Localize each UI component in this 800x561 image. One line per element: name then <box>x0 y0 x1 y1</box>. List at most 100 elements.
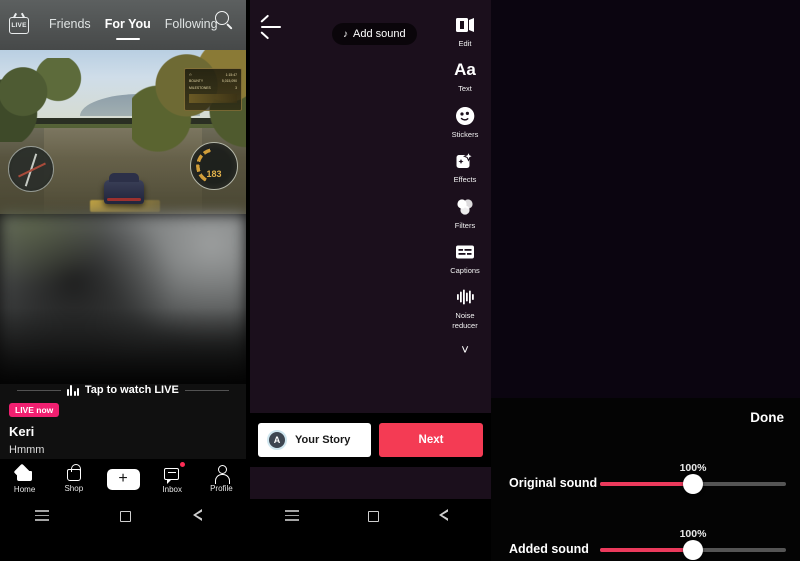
tool-label-effects: Effects <box>453 175 477 185</box>
added-sound-fill <box>600 548 693 552</box>
added-sound-percent: 100% <box>679 528 707 540</box>
tool-label-text: Text <box>458 84 472 94</box>
tool-effects[interactable]: Effects <box>441 150 489 184</box>
screenshot-stage: LIVE Friends For You Following 183 ⏱ 1:1… <box>0 0 800 561</box>
home-square-icon[interactable] <box>119 510 131 522</box>
add-sound-button[interactable]: ♪ Add sound <box>332 23 417 45</box>
next-button[interactable]: Next <box>379 423 483 457</box>
feed-tabs: Friends For You Following <box>49 17 218 33</box>
tool-label-noise-reducer: Noise reducer <box>452 311 478 330</box>
live-tv-icon[interactable]: LIVE <box>9 16 29 34</box>
arrow-head-top <box>260 14 270 23</box>
noise-reducer-icon <box>454 286 476 308</box>
bottom-nav-bar: Home Shop + Inbox Profile <box>0 459 246 499</box>
captions-icon <box>454 241 476 263</box>
original-sound-thumb[interactable] <box>683 474 703 494</box>
home-square-icon[interactable] <box>367 510 379 522</box>
music-note-icon: ♪ <box>343 28 348 40</box>
original-sound-fill <box>600 482 693 486</box>
tab-for-you[interactable]: For You <box>105 17 151 33</box>
added-sound-thumb[interactable] <box>683 540 703 560</box>
tiktok-feed-panel: LIVE Friends For You Following 183 ⏱ 1:1… <box>0 0 246 499</box>
android-system-bar-left <box>0 499 246 531</box>
hud-milestones-label: MILESTONES <box>189 85 211 90</box>
nav-item-home[interactable]: Home <box>0 465 49 494</box>
nav-label-home: Home <box>13 484 36 494</box>
avatar: A <box>267 430 287 450</box>
nav-label-profile: Profile <box>210 484 233 493</box>
effects-sparkle-icon <box>454 150 476 172</box>
tool-label-captions: Captions <box>450 265 480 275</box>
nav-item-inbox[interactable]: Inbox <box>148 461 197 494</box>
tool-filters[interactable]: Filters <box>441 196 489 230</box>
search-icon[interactable] <box>215 11 234 30</box>
edit-icon <box>454 14 476 36</box>
add-sound-label: Add sound <box>353 28 406 40</box>
create-plus-icon: + <box>103 468 143 490</box>
player-car <box>104 173 144 204</box>
tool-stickers[interactable]: Stickers <box>441 105 489 139</box>
your-story-button[interactable]: A Your Story <box>258 423 371 457</box>
blurred-backdrop-fade <box>0 214 246 384</box>
username-label[interactable]: Keri <box>9 424 34 439</box>
arrow-shaft <box>261 26 281 28</box>
tool-edit[interactable]: Edit <box>441 14 489 48</box>
inbox-icon-wrap <box>163 461 185 484</box>
nav-item-create[interactable]: + <box>98 468 147 490</box>
nav-label-shop: Shop <box>64 484 84 493</box>
home-icon <box>16 465 33 482</box>
volume-row-added: Added sound 100% <box>491 526 800 561</box>
editor-tool-rail: Edit Aa Text Stickers Effects Filters Ca… <box>441 14 489 356</box>
video-editor-panel: ♪ Add sound Edit Aa Text Stickers Effect… <box>250 0 491 499</box>
tab-following[interactable]: Following <box>165 17 218 33</box>
search-handle <box>225 22 233 29</box>
inbox-icon <box>163 467 179 484</box>
editor-action-bar: A Your Story Next <box>250 413 491 467</box>
hud-milestones-value: 3 <box>235 85 237 90</box>
tool-noise-reducer[interactable]: Noise reducer <box>441 286 489 330</box>
tool-label-filters: Filters <box>454 220 476 230</box>
tab-friends[interactable]: Friends <box>49 17 91 33</box>
tool-captions[interactable]: Captions <box>441 241 489 275</box>
filters-circles-icon <box>454 196 476 218</box>
nav-item-profile[interactable]: Profile <box>197 465 246 493</box>
original-sound-percent: 100% <box>679 462 707 474</box>
feed-top-bar: LIVE Friends For You Following <box>0 0 246 50</box>
equalizer-icon <box>67 384 79 396</box>
hud-milestones-row: MILESTONES 3 <box>189 85 237 91</box>
recent-apps-icon[interactable] <box>35 508 50 522</box>
live-info-area: Tap to watch LIVE LIVE now Keri Hmmm Hom… <box>0 384 246 499</box>
back-triangle-icon[interactable] <box>192 509 211 521</box>
nav-label-inbox: Inbox <box>162 484 182 494</box>
tool-text[interactable]: Aa Text <box>441 59 489 93</box>
divider-left <box>17 389 62 391</box>
stickers-icon <box>454 105 476 127</box>
speed-value: 183 <box>206 168 222 179</box>
tool-label-edit: Edit <box>458 39 472 48</box>
chevron-down-icon[interactable]: ˅ <box>461 343 469 356</box>
added-sound-slider[interactable]: 100% <box>600 528 786 560</box>
volume-row-original: Original sound 100% <box>491 460 800 506</box>
divider-right <box>184 389 229 391</box>
back-arrow-icon[interactable] <box>260 14 282 40</box>
speedometer-hud: 183 <box>190 142 238 190</box>
live-now-badge: LIVE now <box>9 403 60 417</box>
done-button[interactable]: Done <box>750 410 784 425</box>
live-icon-label: LIVE <box>11 21 27 29</box>
original-sound-slider[interactable]: 100% <box>600 462 786 494</box>
nav-item-shop[interactable]: Shop <box>49 464 98 493</box>
tap-to-watch-live-button[interactable]: Tap to watch LIVE <box>0 378 246 402</box>
video-description: Hmmm <box>9 444 45 456</box>
your-story-label: Your Story <box>295 434 351 446</box>
shop-bag-icon <box>66 464 81 481</box>
recent-apps-icon[interactable] <box>284 508 299 522</box>
tool-label-stickers: Stickers <box>451 129 479 139</box>
added-sound-label: Added sound <box>509 542 589 556</box>
android-system-bar-middle <box>250 499 491 531</box>
live-video-thumbnail[interactable]: 183 ⏱ 1:15:47 BOUNTY 5,015,090 MILESTONE… <box>0 50 246 214</box>
back-triangle-icon[interactable] <box>438 509 457 521</box>
tap-to-watch-label: Tap to watch LIVE <box>84 384 179 396</box>
arrow-head-bottom <box>260 31 270 40</box>
inbox-unread-badge <box>179 461 185 467</box>
minimap-hud <box>8 146 54 192</box>
